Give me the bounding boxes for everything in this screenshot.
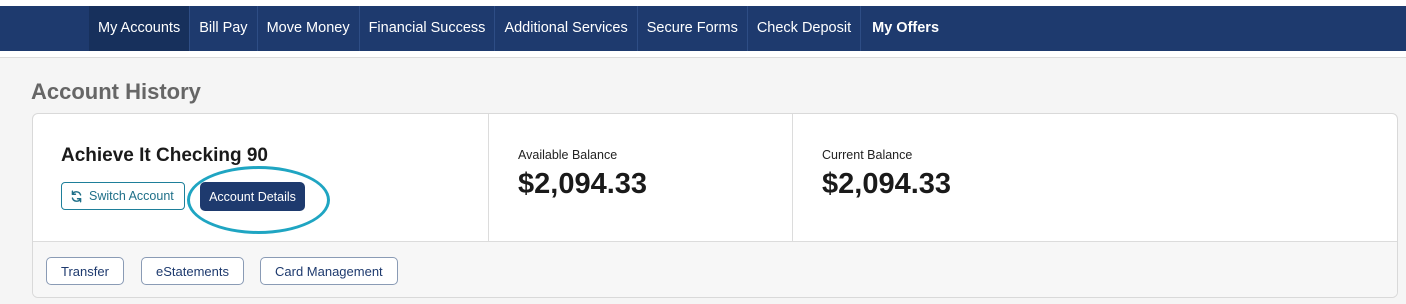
nav-item-move-money[interactable]: Move Money (258, 6, 360, 51)
nav-item-bill-pay[interactable]: Bill Pay (190, 6, 258, 51)
nav-item-check-deposit[interactable]: Check Deposit (748, 6, 862, 51)
available-balance-column: Available Balance $2,094.33 (489, 114, 793, 241)
nav-divider (0, 51, 1406, 58)
available-balance-value: $2,094.33 (518, 168, 648, 200)
current-balance-label: Current Balance (822, 148, 913, 162)
nav-item-my-offers[interactable]: My Offers (861, 6, 948, 51)
account-info-column: Achieve It Checking 90 Switch Account Ac… (33, 114, 489, 241)
switch-account-label: Switch Account (89, 189, 174, 203)
available-balance-label: Available Balance (518, 148, 618, 162)
current-balance-value: $2,094.33 (822, 168, 952, 200)
account-name: Achieve It Checking 90 (61, 145, 268, 166)
nav-item-my-accounts[interactable]: My Accounts (89, 6, 191, 51)
transfer-button[interactable]: Transfer (46, 257, 124, 285)
nav-item-financial-success[interactable]: Financial Success (360, 6, 496, 51)
account-details-button[interactable]: Account Details (200, 182, 305, 211)
account-summary-top: Achieve It Checking 90 Switch Account Ac… (33, 114, 1397, 241)
current-balance-column: Current Balance $2,094.33 (793, 114, 1397, 241)
estatements-button[interactable]: eStatements (141, 257, 244, 285)
card-management-button[interactable]: Card Management (260, 257, 398, 285)
nav-item-additional-services[interactable]: Additional Services (495, 6, 638, 51)
nav-items: My Accounts Bill Pay Move Money Financia… (89, 6, 948, 51)
nav-item-secure-forms[interactable]: Secure Forms (638, 6, 748, 51)
account-summary-card: Achieve It Checking 90 Switch Account Ac… (32, 113, 1398, 298)
page-title: Account History (31, 79, 201, 104)
refresh-icon (71, 189, 82, 203)
main-nav: My Accounts Bill Pay Move Money Financia… (0, 6, 1406, 51)
account-actions-bar: Transfer eStatements Card Management (33, 241, 1397, 297)
switch-account-button[interactable]: Switch Account (61, 182, 185, 210)
